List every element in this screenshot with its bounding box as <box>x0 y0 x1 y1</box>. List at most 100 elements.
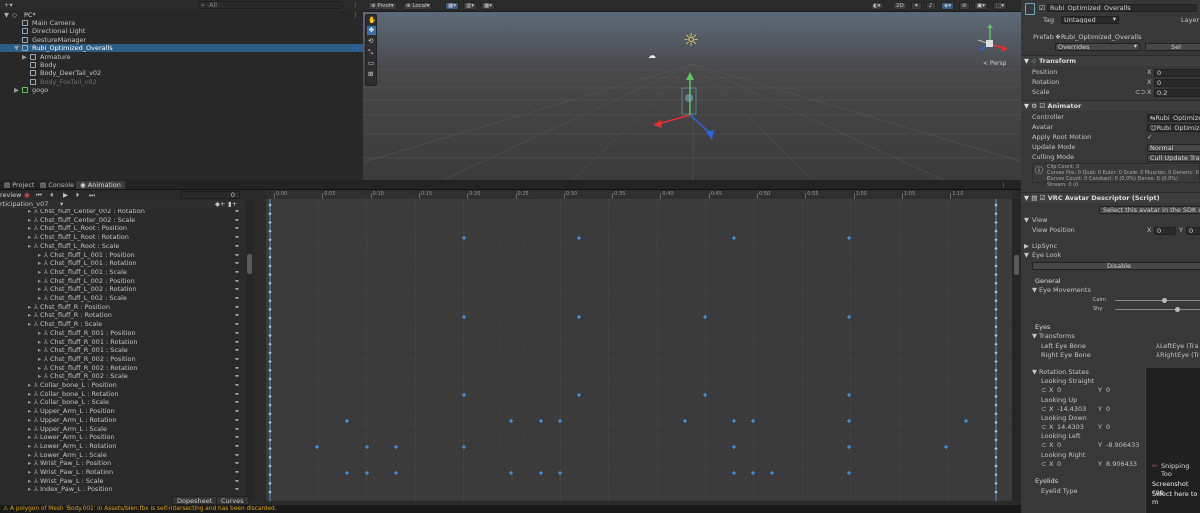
link-icon[interactable]: ⊂ <box>1041 405 1046 414</box>
property-row[interactable]: ▸ ⅄ Chst_fluff_L_001 : Rotation ▬ <box>0 259 246 268</box>
right-eye-field[interactable]: ⅄RightEye (Tra <box>1156 351 1200 360</box>
prev-key-icon[interactable]: ⏴ <box>50 191 53 199</box>
expand-arrow-icon[interactable]: ▸ <box>38 294 41 303</box>
keyframe[interactable] <box>268 272 272 277</box>
property-menu-icon[interactable]: ▬ <box>235 459 239 468</box>
property-row[interactable]: ▸ ⅄ Wrist_Paw_L : Position ▬ <box>0 459 246 468</box>
keyframe[interactable] <box>994 386 998 390</box>
property-row[interactable]: ▸ ⅄ Upper_Arm_L : Position ▬ <box>0 407 246 416</box>
property-menu-icon[interactable]: ▬ <box>235 311 239 320</box>
timeline-scrollbar[interactable] <box>1012 199 1021 501</box>
keyframe[interactable] <box>846 314 852 320</box>
keyframe[interactable] <box>994 203 998 207</box>
property-menu-icon[interactable]: ▬ <box>235 242 239 251</box>
hierarchy-item[interactable]: ▶ Armature <box>0 53 363 61</box>
apply-root-motion-checkbox[interactable]: ✓ <box>1147 133 1152 142</box>
expand-arrow-icon[interactable]: ▸ <box>28 390 31 399</box>
overrides-dropdown[interactable]: Overrides ▾ <box>1055 43 1140 51</box>
link-icon[interactable]: ⊂ <box>1041 386 1046 395</box>
property-row[interactable]: ▸ ⅄ Wrist_Paw_L : Scale ▬ <box>0 477 246 486</box>
keyframe[interactable] <box>994 464 998 468</box>
hierarchy-item[interactable]: Body_DeerTail_v02 <box>0 69 363 77</box>
expand-arrow-icon[interactable]: ▸ <box>28 416 31 425</box>
lipsync-arrow-icon[interactable]: ▶ <box>1024 242 1029 251</box>
property-row[interactable]: ▸ ⅄ Chst_fluff_R_001 : Rotation ▬ <box>0 338 246 347</box>
grid-snap-button[interactable]: ▦▾ <box>445 2 459 10</box>
hierarchy-item[interactable]: Main Camera <box>0 19 363 27</box>
property-menu-icon[interactable]: ▬ <box>235 329 239 338</box>
property-row[interactable]: ▸ ⅄ Chst_fluff_Center_002 : Rotation ▬ <box>0 209 246 216</box>
keyframe[interactable] <box>268 229 272 233</box>
keyframe[interactable] <box>268 281 272 285</box>
property-menu-icon[interactable]: ▬ <box>235 224 239 233</box>
curves-button[interactable]: Curves <box>216 496 249 505</box>
clip-dropdown[interactable]: rticipation_v07 <box>0 200 48 209</box>
keyframe[interactable] <box>994 481 998 486</box>
keyframe[interactable] <box>461 235 467 241</box>
keyframe[interactable] <box>994 333 998 338</box>
property-menu-icon[interactable]: ▬ <box>235 209 239 216</box>
property-row[interactable]: ▸ ⅄ Collar_bone_L : Rotation ▬ <box>0 390 246 399</box>
eyelook-arrow-icon[interactable]: ▼ <box>1024 251 1029 260</box>
looking-left-y[interactable]: -8.906433 <box>1106 441 1139 450</box>
property-row[interactable]: ▸ ⅄ Lower_Arm_L : Rotation ▬ <box>0 442 246 451</box>
expand-arrow-icon[interactable]: ▸ <box>28 459 31 468</box>
keyframe[interactable] <box>994 229 998 233</box>
directional-light-icon[interactable]: ☼ <box>683 30 699 51</box>
property-row[interactable]: ▸ ⅄ Chst_fluff_L_Root : Rotation ▬ <box>0 233 246 242</box>
link-icon[interactable]: ⊂ <box>1041 423 1046 432</box>
expand-arrow-icon[interactable]: ▸ <box>38 285 41 294</box>
property-menu-icon[interactable]: ▬ <box>235 372 239 381</box>
expand-arrow-icon[interactable]: ▸ <box>38 372 41 381</box>
tab-project[interactable]: ▤ Project <box>0 181 38 189</box>
prefab-value[interactable]: ❖Rubi_Optimized_Overalls <box>1055 33 1142 41</box>
expand-arrow-icon[interactable]: ▸ <box>28 242 31 251</box>
keyframe[interactable] <box>994 246 998 251</box>
expand-arrow-icon[interactable]: ▸ <box>28 216 31 225</box>
property-menu-icon[interactable]: ▬ <box>235 485 239 494</box>
link-icon[interactable]: ⊂ <box>1041 460 1046 469</box>
property-menu-icon[interactable]: ▬ <box>235 442 239 451</box>
looking-up-y[interactable]: 0 <box>1106 405 1110 414</box>
property-row[interactable]: ▸ ⅄ Chst_fluff_R_001 : Scale ▬ <box>0 346 246 355</box>
keyframe[interactable] <box>994 412 998 416</box>
expand-arrow-icon[interactable]: ▸ <box>38 346 41 355</box>
snap-increment-button[interactable]: ▥▾ <box>463 2 477 10</box>
tab-menu-icon[interactable]: ⋮ <box>1000 181 1007 189</box>
expand-arrow-icon[interactable]: ▸ <box>28 311 31 320</box>
culling-mode-dropdown[interactable]: Cull Update Trans <box>1147 154 1200 162</box>
keyframe[interactable] <box>731 235 737 241</box>
view-x-field[interactable]: 0 <box>1154 227 1176 235</box>
move-tool-icon[interactable]: ✥ <box>367 26 376 35</box>
keyframe[interactable] <box>994 429 998 433</box>
property-row[interactable]: ▸ ⅄ Chst_fluff_L_002 : Position ▬ <box>0 277 246 286</box>
keyframe[interactable] <box>994 281 998 285</box>
expand-arrow-icon[interactable]: ▸ <box>38 364 41 373</box>
keyframe[interactable] <box>994 212 998 216</box>
property-menu-icon[interactable]: ▬ <box>235 216 239 225</box>
gizmos-dropdown[interactable]: ⬚▾ <box>993 2 1007 10</box>
keyframe[interactable] <box>268 264 272 268</box>
property-menu-icon[interactable]: ▬ <box>235 451 239 460</box>
property-menu-icon[interactable]: ▬ <box>235 277 239 286</box>
property-row[interactable]: ▸ ⅄ Chst_fluff_R_001 : Position ▬ <box>0 329 246 338</box>
property-menu-icon[interactable]: ▬ <box>235 364 239 373</box>
keyframe[interactable] <box>994 403 998 407</box>
keyframe[interactable] <box>994 368 998 372</box>
tab-console[interactable]: ▤ Console <box>36 181 78 189</box>
looking-up-x[interactable]: -14.4303 <box>1057 405 1086 414</box>
view-y-field[interactable]: 0 <box>1186 227 1200 235</box>
keyframe[interactable] <box>268 446 272 451</box>
property-menu-icon[interactable]: ▬ <box>235 303 239 312</box>
keyframe[interactable] <box>994 220 998 225</box>
animator-header[interactable]: ▼ ⚙ ☑ Animator <box>1021 100 1200 111</box>
property-menu-icon[interactable]: ▬ <box>235 398 239 407</box>
property-menu-icon[interactable]: ▬ <box>235 251 239 260</box>
hierarchy-item[interactable]: Directional Light <box>0 27 363 35</box>
keyframe[interactable] <box>268 325 272 329</box>
update-mode-dropdown[interactable]: Normal <box>1147 144 1200 152</box>
keyframe[interactable] <box>994 255 998 259</box>
looking-right-y[interactable]: 8.906433 <box>1106 460 1137 469</box>
property-menu-icon[interactable]: ▬ <box>235 294 239 303</box>
keyframe[interactable] <box>268 238 272 242</box>
